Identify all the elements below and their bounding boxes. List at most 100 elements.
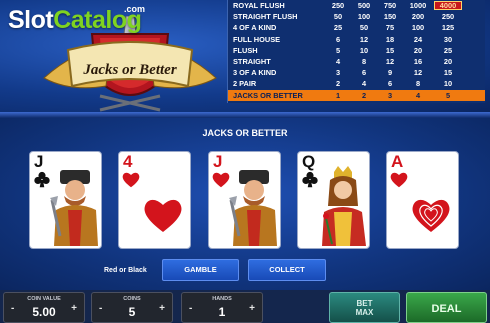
playing-card-3[interactable]: J bbox=[208, 151, 281, 249]
paytable-payout-col-5: 5 bbox=[445, 90, 451, 100]
hands-control: HANDS - 1 + bbox=[181, 292, 263, 323]
paytable-payout-col-5: 4000 bbox=[434, 1, 462, 10]
paytable-row: STRAIGHT 4 8 12 16 20 bbox=[228, 56, 485, 67]
playing-card-1[interactable]: J bbox=[29, 151, 102, 249]
paytable-payout-col-3: 15 bbox=[385, 45, 395, 55]
paytable-hand-name: 4 OF A KIND bbox=[233, 23, 277, 33]
club-suit-icon bbox=[302, 171, 318, 188]
paytable-payout-col-3: 75 bbox=[385, 23, 395, 33]
playing-card-4[interactable]: Q bbox=[297, 151, 370, 249]
paytable-payout-col-5: 30 bbox=[443, 34, 453, 44]
paytable-payout-col-5: 20 bbox=[443, 56, 453, 66]
jack-figure-icon bbox=[50, 170, 98, 246]
deal-label: DEAL bbox=[431, 303, 462, 315]
coins-label: COINS bbox=[123, 296, 141, 302]
jack-figure-icon bbox=[229, 170, 277, 246]
paytable-payout-col-4: 200 bbox=[411, 12, 425, 22]
paytable-payout-col-2: 500 bbox=[357, 1, 371, 10]
hands-plus-button[interactable]: + bbox=[249, 303, 255, 314]
game-title: JACKS OR BETTER bbox=[202, 128, 288, 138]
card-rank: J bbox=[213, 152, 223, 171]
playing-card-2[interactable]: 4 bbox=[118, 151, 191, 249]
paytable-payout-col-4: 1000 bbox=[409, 1, 427, 10]
paytable-payout-col-3: 6 bbox=[387, 79, 393, 89]
paytable-payout-col-3: 750 bbox=[383, 1, 397, 10]
paytable-payout-col-1: 3 bbox=[335, 68, 341, 78]
paytable-payout-col-2: 12 bbox=[359, 34, 369, 44]
paytable-row: 3 OF A KIND 3 6 9 12 15 bbox=[228, 67, 485, 78]
paytable-payout-col-1: 25 bbox=[333, 23, 343, 33]
watermark-part-1: Slot bbox=[8, 6, 54, 34]
playing-card-5[interactable]: A bbox=[386, 151, 459, 249]
paytable-payout-col-2: 4 bbox=[361, 79, 367, 89]
paytable-payout-col-3: 150 bbox=[383, 12, 397, 22]
bet-max-label-2: MAX bbox=[355, 308, 374, 317]
paytable-payout-col-5: 10 bbox=[443, 79, 453, 89]
paytable-payout-col-3: 9 bbox=[387, 68, 393, 78]
paytable-hand-name: STRAIGHT FLUSH bbox=[233, 12, 298, 22]
paytable-row: FULL HOUSE 6 12 18 24 30 bbox=[228, 34, 485, 45]
paytable-row: STRAIGHT FLUSH 50 100 150 200 250 bbox=[228, 11, 485, 22]
coin-value-control: COIN VALUE - 5.00 + bbox=[3, 292, 85, 323]
coin-value-plus-button[interactable]: + bbox=[71, 303, 77, 314]
coins-plus-button[interactable]: + bbox=[159, 303, 165, 314]
coins-control: COINS - 5 + bbox=[91, 292, 173, 323]
paytable-payout-col-5: 125 bbox=[441, 23, 455, 33]
paytable: ROYAL FLUSH 250 500 750 1000 4000 STRAIGHT FLU… bbox=[227, 0, 485, 103]
paytable-payout-col-1: 1 bbox=[335, 90, 341, 100]
bet-max-label-1: BET bbox=[356, 299, 373, 308]
paytable-payout-col-3: 18 bbox=[385, 34, 395, 44]
paytable-payout-col-1: 250 bbox=[331, 1, 345, 10]
card-rank: 4 bbox=[123, 152, 133, 171]
paytable-payout-col-4: 16 bbox=[413, 56, 423, 66]
paytable-payout-col-1: 5 bbox=[335, 45, 341, 55]
paytable-payout-col-4: 24 bbox=[413, 34, 423, 44]
hands-label: HANDS bbox=[212, 296, 232, 302]
paytable-row: 4 OF A KIND 25 50 75 100 125 bbox=[228, 22, 485, 33]
red-or-black-label: Red or Black bbox=[104, 267, 147, 274]
paytable-payout-col-2: 2 bbox=[361, 90, 367, 100]
site-watermark: SlotCatalog bbox=[8, 6, 142, 35]
paytable-payout-col-1: 4 bbox=[335, 56, 341, 66]
paytable-hand-name: FULL HOUSE bbox=[233, 34, 281, 44]
heart-suit-icon bbox=[122, 172, 140, 188]
heart-suit-icon bbox=[212, 172, 230, 188]
queen-figure-icon bbox=[322, 166, 366, 246]
paytable-hand-name: 3 OF A KIND bbox=[233, 68, 277, 78]
paytable-payout-col-5: 250 bbox=[441, 12, 455, 22]
coin-value-label: COIN VALUE bbox=[27, 296, 61, 302]
paytable-payout-col-4: 8 bbox=[415, 79, 421, 89]
paytable-payout-col-1: 50 bbox=[333, 12, 343, 22]
paytable-row: 2 PAIR 2 4 6 8 10 bbox=[228, 78, 485, 89]
paytable-payout-col-2: 6 bbox=[361, 68, 367, 78]
paytable-payout-col-1: 2 bbox=[335, 79, 341, 89]
gamble-button[interactable]: GAMBLE bbox=[162, 259, 239, 281]
watermark-suffix: .com bbox=[124, 4, 146, 14]
paytable-payout-col-4: 4 bbox=[415, 90, 421, 100]
paytable-hand-name: JACKS OR BETTER bbox=[233, 90, 303, 100]
paytable-payout-col-4: 12 bbox=[413, 68, 423, 78]
paytable-row: JACKS OR BETTER 1 2 3 4 5 bbox=[228, 89, 485, 101]
paytable-payout-col-5: 25 bbox=[443, 45, 453, 55]
paytable-hand-name: ROYAL FLUSH bbox=[233, 1, 285, 10]
club-suit-icon bbox=[34, 171, 50, 188]
paytable-hand-name: FLUSH bbox=[233, 45, 258, 55]
paytable-payout-col-2: 50 bbox=[359, 23, 369, 33]
paytable-payout-col-2: 8 bbox=[361, 56, 367, 66]
bet-max-button[interactable]: BET MAX bbox=[329, 292, 400, 323]
deal-button[interactable]: DEAL bbox=[406, 292, 487, 323]
card-rank: J bbox=[34, 152, 44, 171]
collect-button[interactable]: COLLECT bbox=[248, 259, 326, 281]
paytable-row: ROYAL FLUSH 250 500 750 1000 4000 bbox=[228, 0, 485, 11]
svg-text:Jacks or Better: Jacks or Better bbox=[82, 62, 176, 78]
ace-heart-emblem-icon bbox=[412, 199, 450, 232]
paytable-payout-col-3: 12 bbox=[385, 56, 395, 66]
paytable-payout-col-1: 6 bbox=[335, 34, 341, 44]
paytable-payout-col-2: 100 bbox=[357, 12, 371, 22]
paytable-row: FLUSH 5 10 15 20 25 bbox=[228, 45, 485, 56]
card-rank: A bbox=[391, 152, 404, 171]
card-rank: Q bbox=[302, 152, 316, 171]
paytable-payout-col-5: 15 bbox=[443, 68, 453, 78]
heart-pip-icon bbox=[144, 199, 182, 232]
heart-suit-icon bbox=[390, 172, 408, 188]
